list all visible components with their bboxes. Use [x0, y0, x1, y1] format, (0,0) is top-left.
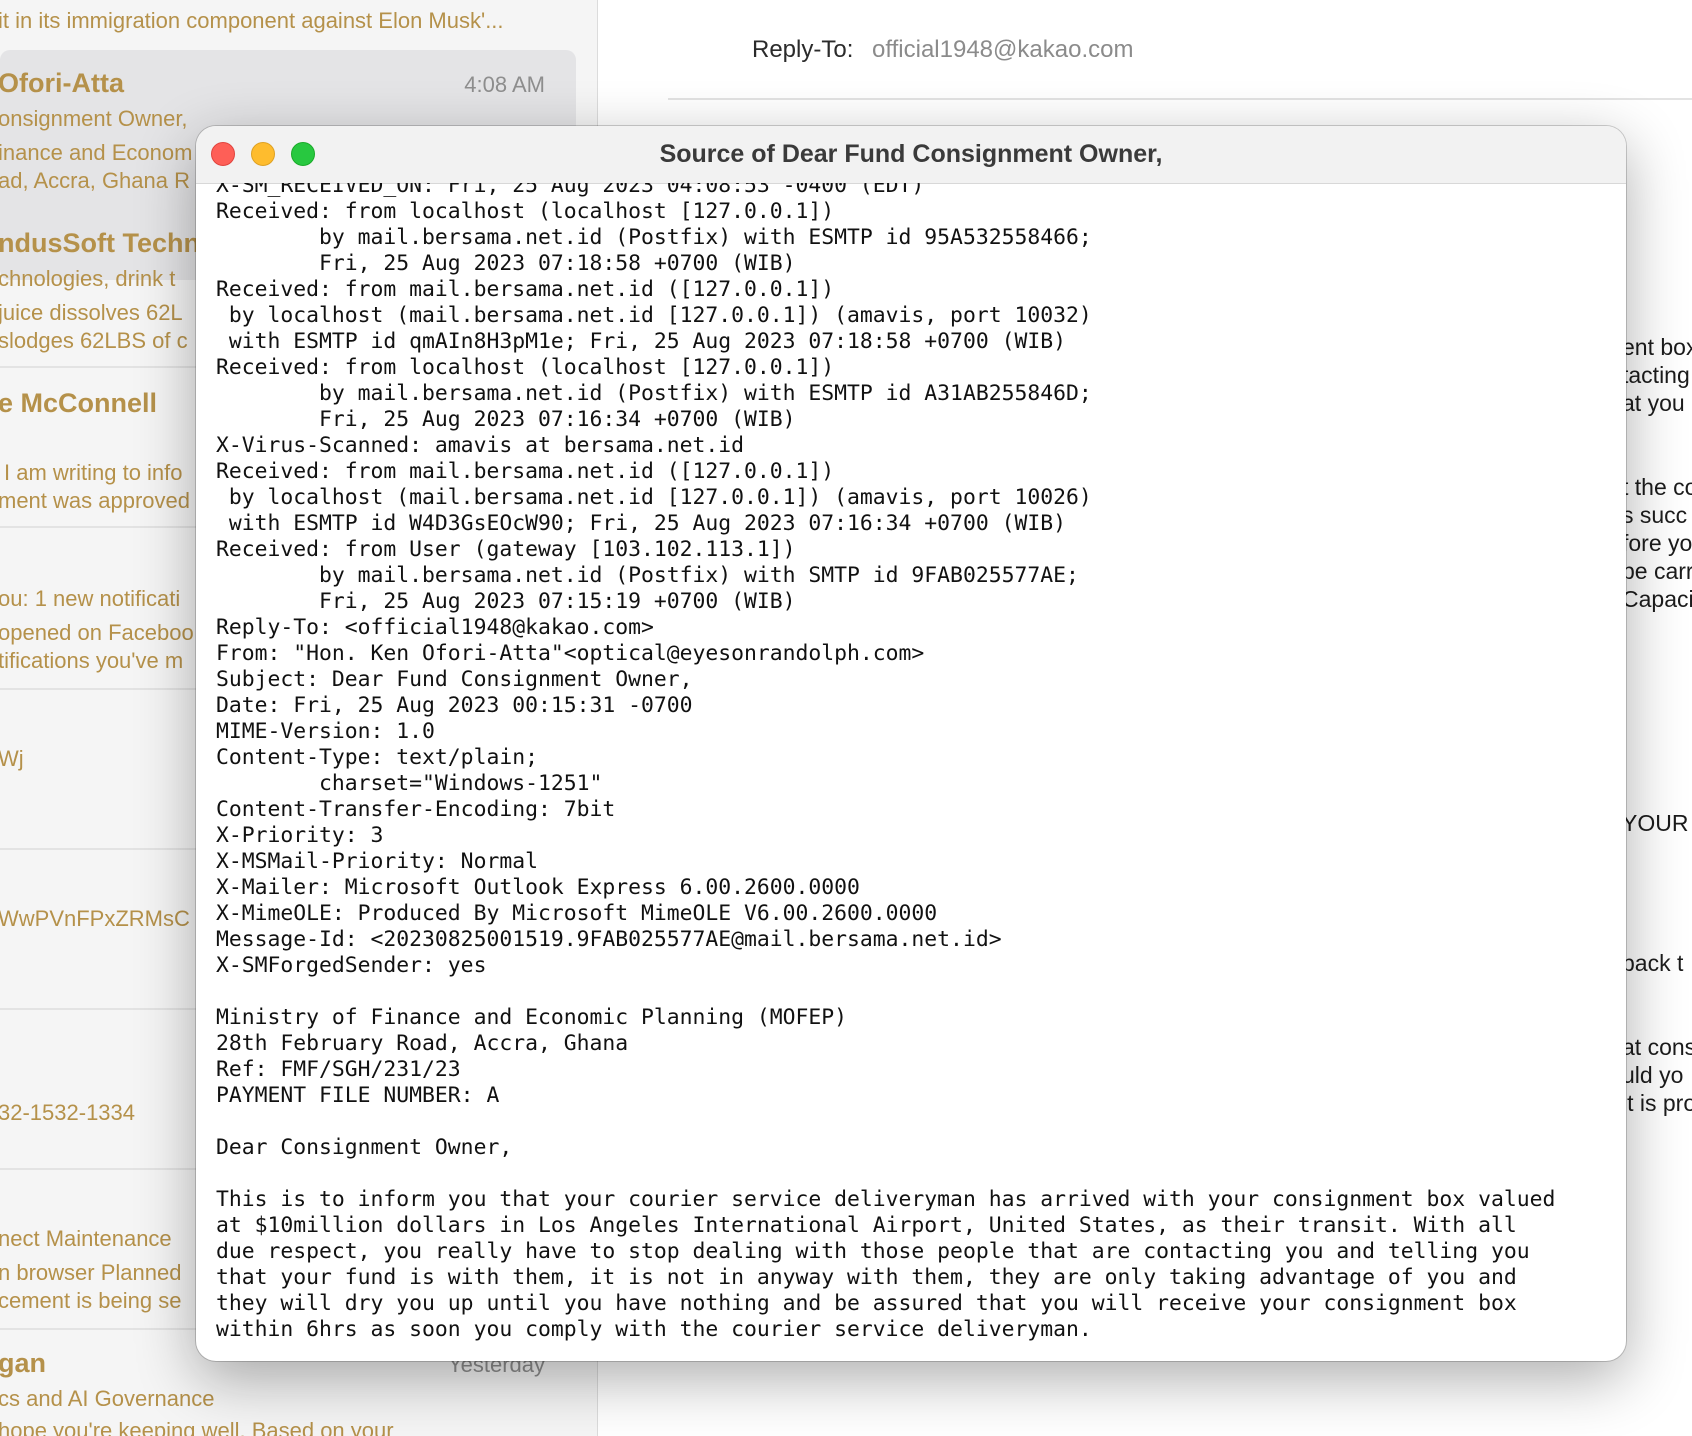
- message-preview-line: I am writing to info: [4, 460, 183, 485]
- source-line: Received: from localhost (localhost [127…: [216, 199, 835, 224]
- raw-source-text-area[interactable]: X-SM_RECEIVED_ON: Fri, 25 Aug 2023 04:08…: [216, 183, 1616, 1361]
- source-line: Received: from User (gateway [103.102.11…: [216, 537, 796, 562]
- source-line: Ref: FMF/SGH/231/23: [216, 1057, 461, 1082]
- body-text-fragment: YOUR: [1622, 810, 1689, 836]
- window-title: Source of Dear Fund Consignment Owner,: [659, 140, 1163, 168]
- source-line: at $10million dollars in Los Angeles Int…: [216, 1213, 1517, 1238]
- source-line: by mail.bersama.net.id (Postfix) with ES…: [216, 225, 1092, 250]
- message-preview-line: onsignment Owner,: [0, 106, 188, 131]
- message-preview-line: cement is being se: [0, 1288, 182, 1313]
- message-preview-line: WwPVnFPxZRMsC: [0, 906, 190, 931]
- body-text-fragment: be carr: [1622, 558, 1692, 584]
- message-source-window: Source of Dear Fund Consignment Owner, X…: [196, 126, 1626, 1361]
- source-line: charset="Windows-1251": [216, 771, 603, 796]
- body-text-fragment: Capacit: [1622, 586, 1692, 612]
- source-line: Date: Fri, 25 Aug 2023 00:15:31 -0700: [216, 693, 693, 718]
- body-text-fragment: s succ: [1622, 502, 1688, 528]
- source-line: PAYMENT FILE NUMBER: A: [216, 1083, 500, 1108]
- source-line: X-SM_RECEIVED_ON: Fri, 25 Aug 2023 04:08…: [216, 183, 925, 198]
- message-preview-line: juice dissolves 62L: [0, 300, 183, 325]
- message-sender: Ofori-Atta: [0, 68, 124, 98]
- source-line: Subject: Dear Fund Consignment Owner,: [216, 667, 693, 692]
- body-text-fragment: fore yo: [1622, 530, 1692, 556]
- source-line: Reply-To: <official1948@kakao.com>: [216, 615, 654, 640]
- message-time: 4:08 AM: [464, 72, 545, 97]
- source-line: Received: from mail.bersama.net.id ([127…: [216, 277, 835, 302]
- message-preview-line: Wj: [0, 746, 24, 771]
- source-line: by mail.bersama.net.id (Postfix) with SM…: [216, 563, 1079, 588]
- source-line: X-MSMail-Priority: Normal: [216, 849, 538, 874]
- source-line: X-MimeOLE: Produced By Microsoft MimeOLE…: [216, 901, 938, 926]
- source-line: Fri, 25 Aug 2023 07:15:19 +0700 (WIB): [216, 589, 796, 614]
- message-list-item[interactable]: it in its immigration component against …: [0, 0, 575, 50]
- source-line: [216, 1161, 1616, 1187]
- source-line: X-Mailer: Microsoft Outlook Express 6.00…: [216, 875, 860, 900]
- message-preview-line: ou: 1 new notificati: [0, 586, 181, 611]
- body-text-fragment: at cons: [1622, 1034, 1692, 1060]
- source-line: due respect, you really have to stop dea…: [216, 1239, 1530, 1264]
- source-line: MIME-Version: 1.0: [216, 719, 435, 744]
- message-preview-line: cs and AI Governance: [0, 1386, 215, 1411]
- source-line: Fri, 25 Aug 2023 07:16:34 +0700 (WIB): [216, 407, 796, 432]
- source-line: [216, 1109, 1616, 1135]
- body-text-fragment: uld yo: [1622, 1062, 1684, 1088]
- source-line: Received: from mail.bersama.net.id ([127…: [216, 459, 835, 484]
- source-line: by mail.bersama.net.id (Postfix) with ES…: [216, 381, 1092, 406]
- source-line: with ESMTP id qmAIn8H3pM1e; Fri, 25 Aug …: [216, 329, 1066, 354]
- source-line: X-Virus-Scanned: amavis at bersama.net.i…: [216, 433, 745, 458]
- source-line: Received: from localhost (localhost [127…: [216, 355, 835, 380]
- message-preview-line: ment was approved: [0, 488, 190, 513]
- message-preview-line: opened on Faceboo: [0, 620, 194, 645]
- source-line: by localhost (mail.bersama.net.id [127.0…: [216, 303, 1092, 328]
- source-line: This is to inform you that your courier …: [216, 1187, 1556, 1212]
- message-preview-line: n browser Planned: [0, 1260, 182, 1285]
- message-preview-line: chnologies, drink t: [0, 266, 176, 291]
- body-text-fragment: tacting: [1622, 362, 1690, 388]
- source-line: [216, 979, 1616, 1005]
- message-preview-line: tifications you've m: [0, 648, 184, 673]
- body-text-fragment: at you: [1622, 390, 1685, 416]
- source-line: by localhost (mail.bersama.net.id [127.0…: [216, 485, 1092, 510]
- source-line: within 6hrs as soon you comply with the …: [216, 1317, 1092, 1342]
- source-line: 28th February Road, Accra, Ghana: [216, 1031, 629, 1056]
- source-line: Message-Id: <20230825001519.9FAB025577AE…: [216, 927, 1002, 952]
- source-line: Dear Consignment Owner,: [216, 1135, 513, 1160]
- window-titlebar[interactable]: Source of Dear Fund Consignment Owner,: [196, 126, 1626, 184]
- message-sender: ndusSoft Techn: [0, 228, 200, 258]
- reply-to-label: Reply-To:: [752, 36, 854, 63]
- source-line: they will dry you up until you have noth…: [216, 1291, 1517, 1316]
- source-line: Fri, 25 Aug 2023 07:18:58 +0700 (WIB): [216, 251, 796, 276]
- body-text-fragment: t the co: [1622, 474, 1692, 500]
- header-divider: [668, 98, 1692, 100]
- message-preview-line: inance and Econom: [0, 140, 193, 165]
- message-sender: gan: [0, 1348, 47, 1378]
- source-line: X-Priority: 3: [216, 823, 384, 848]
- raw-source-text: X-SM_RECEIVED_ON: Fri, 25 Aug 2023 04:08…: [216, 183, 1616, 1343]
- source-line: with ESMTP id W4D3GsEOcW90; Fri, 25 Aug …: [216, 511, 1066, 536]
- message-preview-line: hope you're keeping well. Based on your: [0, 1418, 394, 1436]
- source-line: that your fund is with them, it is not i…: [216, 1265, 1517, 1290]
- reply-to-header: Reply-To: official1948@kakao.com: [752, 36, 1133, 64]
- source-line: From: "Hon. Ken Ofori-Atta"<optical@eyes…: [216, 641, 925, 666]
- body-text-fragment: ent box: [1622, 334, 1692, 360]
- reply-to-address[interactable]: official1948@kakao.com: [872, 36, 1133, 63]
- message-preview-line: ad, Accra, Ghana R: [0, 168, 190, 193]
- body-text-fragment: it is pro: [1622, 1090, 1692, 1116]
- source-line: Ministry of Finance and Economic Plannin…: [216, 1005, 848, 1030]
- body-text-fragment: back t: [1622, 950, 1684, 976]
- source-line: Content-Transfer-Encoding: 7bit: [216, 797, 616, 822]
- message-preview-line: nect Maintenance: [0, 1226, 172, 1251]
- source-line: X-SMForgedSender: yes: [216, 953, 487, 978]
- source-line: Content-Type: text/plain;: [216, 745, 538, 770]
- message-preview-line: it in its immigration component against …: [0, 8, 504, 33]
- message-preview-line: 32-1532-1334: [0, 1100, 136, 1125]
- message-sender: e McConnell: [0, 388, 158, 418]
- message-preview-line: slodges 62LBS of c: [0, 328, 188, 353]
